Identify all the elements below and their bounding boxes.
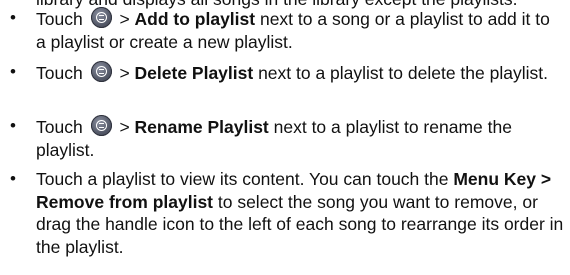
bullet-dot: • [10, 8, 16, 27]
rename-playlist-label: Rename Playlist [134, 117, 269, 137]
bullet-dot: • [10, 169, 16, 188]
item-description: next to a song or a playlist to add it t… [36, 9, 550, 52]
list-item: • Touch > Add to playlist next to a song… [10, 7, 564, 53]
item-text-before: Touch a playlist to view its content. Yo… [36, 169, 454, 189]
add-to-playlist-label: Add to playlist [134, 9, 256, 29]
touch-text: Touch [36, 9, 83, 29]
list-item: • Touch > Delete Playlist next to a play… [10, 61, 564, 85]
separator: > [114, 9, 135, 29]
menu-icon [90, 61, 112, 82]
list-item: • Touch a playlist to view its content. … [10, 168, 564, 258]
separator: > [114, 63, 135, 83]
touch-text: Touch [36, 117, 83, 137]
bullet-dot: • [10, 62, 16, 81]
delete-playlist-label: Delete Playlist [134, 63, 254, 83]
separator: > [114, 117, 135, 137]
menu-icon [90, 115, 112, 136]
touch-text: Touch [36, 63, 83, 83]
bullet-dot: • [10, 116, 16, 135]
item-description: next to a playlist to delete the playlis… [253, 63, 548, 83]
menu-icon [90, 7, 112, 28]
manual-page: library and displays all songs in the li… [0, 0, 570, 275]
list-item: • Touch > Rename Playlist next to a play… [10, 115, 564, 161]
